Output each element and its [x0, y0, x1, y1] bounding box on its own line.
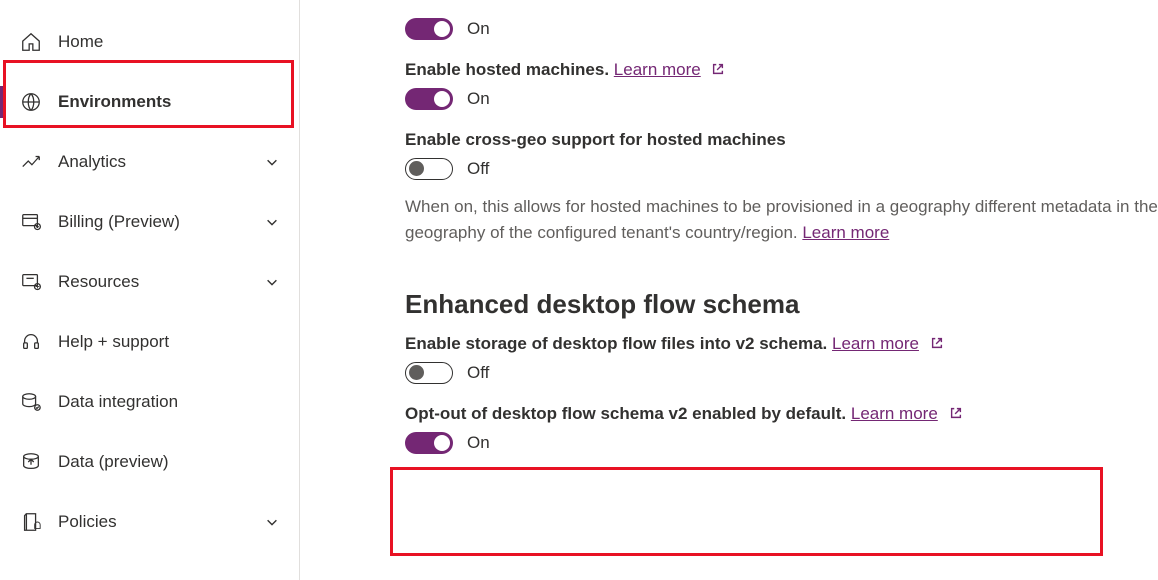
- sidebar-item-label: Analytics: [58, 152, 126, 172]
- toggle-switch[interactable]: [405, 18, 453, 40]
- sidebar-item-resources[interactable]: Resources: [0, 252, 299, 312]
- sidebar-item-policies[interactable]: Policies: [0, 492, 299, 552]
- setting-v2-optout: Opt-out of desktop flow schema v2 enable…: [405, 404, 1158, 454]
- setting-description: When on, this allows for hosted machines…: [405, 194, 1158, 245]
- chevron-down-icon: [265, 515, 279, 529]
- globe-icon: [20, 91, 42, 113]
- toggle-switch[interactable]: [405, 158, 453, 180]
- toggle-state: On: [467, 433, 490, 453]
- external-link-icon: [949, 405, 963, 419]
- external-link-icon: [711, 61, 725, 75]
- sidebar-item-label: Help + support: [58, 332, 169, 352]
- chevron-down-icon: [265, 155, 279, 169]
- main-content: On Enable hosted machines. Learn more On…: [300, 0, 1158, 580]
- sidebar-item-label: Billing (Preview): [58, 212, 180, 232]
- policies-icon: [20, 511, 42, 533]
- sidebar-item-label: Home: [58, 32, 103, 52]
- setting-title: Enable cross-geo support for hosted mach…: [405, 130, 786, 149]
- toggle-state: Off: [467, 159, 489, 179]
- sidebar-item-label: Environments: [58, 92, 171, 112]
- data-preview-icon: [20, 451, 42, 473]
- sidebar-item-analytics[interactable]: Analytics: [0, 132, 299, 192]
- setting-hosted-machines: Enable hosted machines. Learn more On: [405, 60, 1158, 110]
- toggle-switch[interactable]: [405, 362, 453, 384]
- setting-v2-storage: Enable storage of desktop flow files int…: [405, 334, 1158, 384]
- setting-title: Opt-out of desktop flow schema v2 enable…: [405, 404, 846, 423]
- chevron-down-icon: [265, 215, 279, 229]
- setting-title: Enable storage of desktop flow files int…: [405, 334, 827, 353]
- sidebar-item-data-integration[interactable]: Data integration: [0, 372, 299, 432]
- learn-more-link[interactable]: Learn more: [832, 334, 919, 353]
- sidebar-item-data-preview[interactable]: Data (preview): [0, 432, 299, 492]
- sidebar-item-label: Policies: [58, 512, 117, 532]
- home-icon: [20, 31, 42, 53]
- sidebar-item-home[interactable]: Home: [0, 12, 299, 72]
- chevron-down-icon: [265, 275, 279, 289]
- resources-icon: [20, 271, 42, 293]
- sidebar-item-help[interactable]: Help + support: [0, 312, 299, 372]
- sidebar-item-label: Resources: [58, 272, 139, 292]
- toggle-state: Off: [467, 363, 489, 383]
- toggle-switch[interactable]: [405, 88, 453, 110]
- external-link-icon: [930, 335, 944, 349]
- toggle-state: On: [467, 19, 490, 39]
- setting-row: On: [405, 18, 1158, 40]
- learn-more-link[interactable]: Learn more: [802, 223, 889, 242]
- setting-cross-geo: Enable cross-geo support for hosted mach…: [405, 130, 1158, 245]
- section-title: Enhanced desktop flow schema: [405, 289, 1158, 320]
- setting-title: Enable hosted machines.: [405, 60, 609, 79]
- sidebar-item-environments[interactable]: Environments: [0, 72, 299, 132]
- toggle-switch[interactable]: [405, 432, 453, 454]
- headset-icon: [20, 331, 42, 353]
- analytics-icon: [20, 151, 42, 173]
- billing-icon: [20, 211, 42, 233]
- data-integration-icon: [20, 391, 42, 413]
- sidebar: Home Environments Analytics Billing (Pre…: [0, 0, 300, 580]
- sidebar-item-billing[interactable]: Billing (Preview): [0, 192, 299, 252]
- sidebar-item-label: Data integration: [58, 392, 178, 412]
- learn-more-link[interactable]: Learn more: [614, 60, 701, 79]
- sidebar-item-label: Data (preview): [58, 452, 169, 472]
- toggle-state: On: [467, 89, 490, 109]
- learn-more-link[interactable]: Learn more: [851, 404, 938, 423]
